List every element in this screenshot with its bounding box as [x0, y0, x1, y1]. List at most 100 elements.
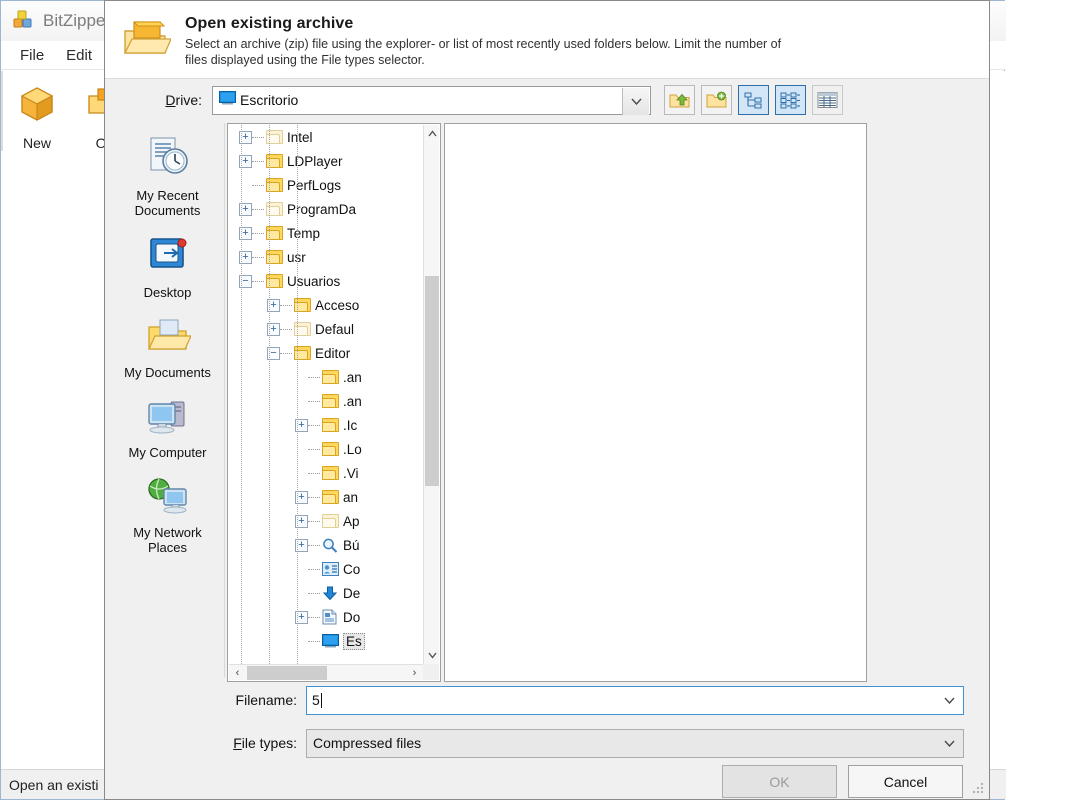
tree-item[interactable]: + ProgramDа [229, 197, 423, 221]
tree-item[interactable]: + usr [229, 245, 423, 269]
tree-item[interactable]: De [229, 581, 423, 605]
network-places-icon [145, 476, 191, 521]
tree-item[interactable]: .an [229, 365, 423, 389]
scroll-up-icon[interactable] [424, 125, 440, 142]
tree-item[interactable]: Co [229, 557, 423, 581]
tree-item-label: .Ic [343, 417, 358, 433]
tree-view-button[interactable] [738, 85, 769, 115]
tree-item[interactable]: + Do [229, 605, 423, 629]
drive-combobox[interactable]: Escritorio [212, 85, 651, 115]
tree-connector [308, 544, 320, 546]
folder-pale-icon [322, 514, 339, 528]
tree-item[interactable]: .Vi [229, 461, 423, 485]
filetypes-chevron-down-icon[interactable] [944, 736, 955, 750]
place-my-documents[interactable]: My Documents [113, 316, 223, 380]
tree-guide-line [241, 125, 242, 664]
folder-icon [322, 490, 339, 504]
ok-button[interactable]: OK [722, 765, 837, 798]
place-label: My Network Places [133, 525, 202, 555]
tree-item[interactable]: .Lo [229, 437, 423, 461]
resize-grip[interactable] [973, 783, 985, 795]
tree-connector [308, 376, 320, 378]
tree-item-label: Es [343, 632, 365, 650]
dialog-subtitle: Select an archive (zip) file using the e… [185, 37, 782, 67]
filename-input[interactable]: 5 [306, 685, 964, 715]
tree-item-label: Co [343, 561, 361, 577]
cancel-button[interactable]: Cancel [848, 765, 963, 798]
tree-connector [252, 160, 264, 162]
search-icon [322, 538, 339, 553]
scrollbar-corner [423, 664, 439, 680]
tree-item[interactable]: + Temp [229, 221, 423, 245]
tree-item[interactable]: + .Ic [229, 413, 423, 437]
menu-edit[interactable]: Edit [55, 44, 103, 67]
tree-item-label: Intel [287, 129, 313, 145]
tree-item-label: Temp [287, 225, 321, 241]
tree-guide-line [269, 125, 270, 664]
folder-tree[interactable]: + Intel + LDPlayer PerfLogs + ProgramDа + Temp + u… [229, 125, 423, 664]
create-new-folder-button[interactable] [701, 85, 732, 115]
dialog-header: Open existing archive Select an archive … [105, 1, 989, 79]
filename-label: Filename: [235, 692, 297, 708]
folder-icon [322, 442, 339, 456]
my-documents-icon [145, 316, 192, 361]
tree-connector [308, 568, 320, 570]
scroll-left-icon[interactable]: ‹ [229, 667, 246, 679]
place-my-recent-documents[interactable]: My Recent Documents [113, 135, 223, 218]
screen: BitZipper ✕ File Edit [0, 0, 1080, 800]
tree-item[interactable]: + Intel [229, 125, 423, 149]
tree-item[interactable]: + Defaul [229, 317, 423, 341]
list-view-button[interactable] [775, 85, 806, 115]
place-label: Desktop [143, 285, 192, 300]
tree-hscroll-thumb[interactable] [247, 666, 327, 680]
tree-connector [308, 448, 320, 450]
filename-row: Filename: 5 [105, 685, 989, 715]
tree-item[interactable]: − Editor [229, 341, 423, 365]
monitor-icon [322, 634, 339, 649]
tree-item[interactable]: − Usuarios [229, 269, 423, 293]
folder-icon [322, 394, 339, 408]
tree-item[interactable]: PerfLogs [229, 173, 423, 197]
tree-item[interactable]: + an [229, 485, 423, 509]
tree-connector [308, 520, 320, 522]
chevron-down-icon[interactable] [622, 87, 649, 115]
folder-icon [322, 370, 339, 384]
dialog-title: Open existing archive [185, 15, 354, 32]
place-my-network-places[interactable]: My Network Places [113, 476, 223, 555]
tree-item[interactable]: Es [229, 629, 423, 653]
tree-scroll-thumb[interactable] [425, 276, 439, 486]
filetypes-combobox[interactable]: Compressed files [306, 728, 964, 758]
up-one-level-button[interactable] [664, 85, 695, 115]
tree-item[interactable]: + Bú [229, 533, 423, 557]
tree-connector [308, 640, 320, 642]
scroll-down-icon[interactable] [424, 647, 440, 664]
file-list-pane[interactable] [444, 123, 867, 682]
tree-connector [308, 400, 320, 402]
filename-chevron-down-icon[interactable] [944, 693, 955, 707]
filetypes-value: Compressed files [313, 735, 422, 751]
tree-connector [280, 304, 292, 306]
tree-item-label: Editor [315, 345, 351, 361]
desktop-icon [146, 234, 190, 281]
tree-item[interactable]: + LDPlayer [229, 149, 423, 173]
place-desktop[interactable]: Desktop [113, 234, 223, 300]
menu-file[interactable]: File [9, 44, 55, 67]
tree-item[interactable]: .an [229, 389, 423, 413]
toolbar-new-button[interactable]: New [3, 77, 71, 151]
dialog-toolbar [664, 85, 843, 115]
scroll-right-icon[interactable]: › [406, 667, 423, 679]
tree-guide-line [297, 125, 298, 664]
tree-horizontal-scrollbar[interactable]: ‹ › [229, 664, 423, 680]
tree-connector [252, 280, 264, 282]
place-label: My Computer [128, 445, 207, 460]
tree-vertical-scrollbar[interactable] [423, 125, 439, 664]
filename-value: 5 [312, 692, 320, 708]
document-icon [322, 609, 339, 625]
details-view-button[interactable] [812, 85, 843, 115]
tree-item-label: Ap [343, 513, 360, 529]
tree-connector [252, 184, 264, 186]
tree-item[interactable]: + Accesо [229, 293, 423, 317]
tree-item[interactable]: + Ap [229, 509, 423, 533]
toolbar-new-label: New [22, 135, 51, 151]
place-my-computer[interactable]: My Computer [113, 396, 223, 460]
